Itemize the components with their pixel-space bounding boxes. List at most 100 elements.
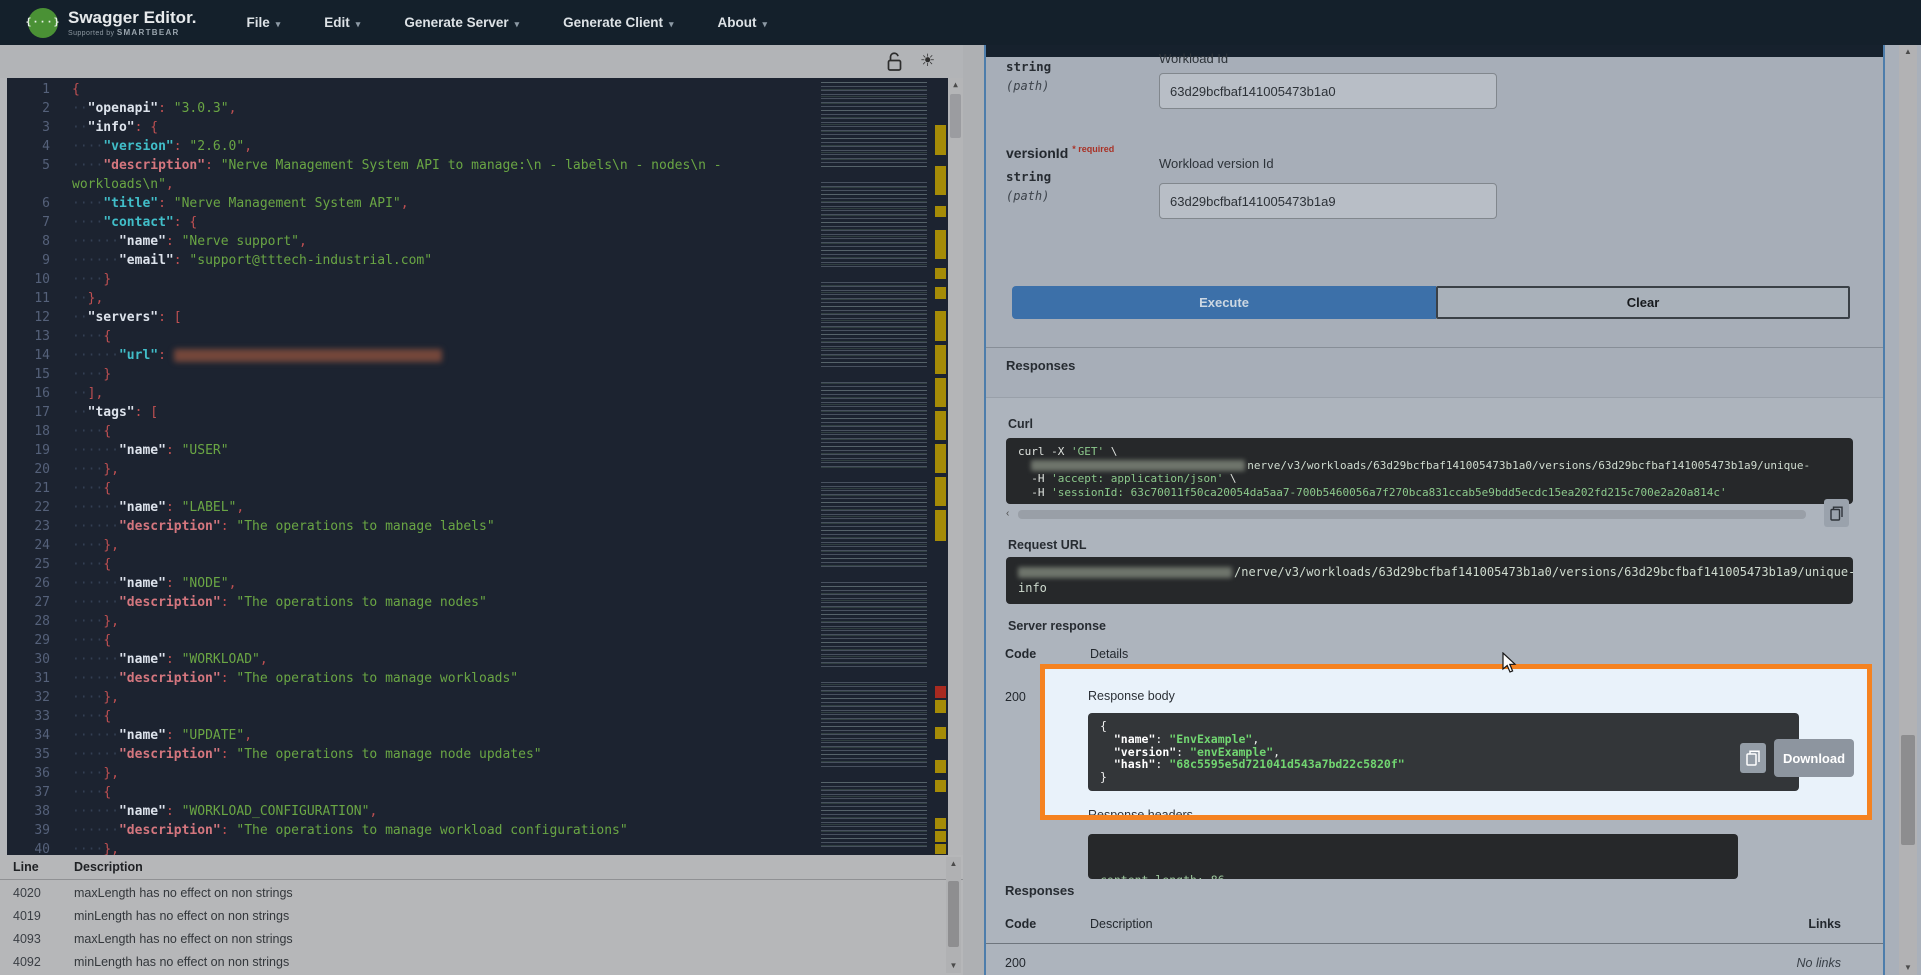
chevron-down-icon: ▾ xyxy=(669,19,674,29)
table-row-links: No links xyxy=(1797,956,1841,970)
warning-mark xyxy=(935,510,946,541)
editor-line: 3··"info": { xyxy=(7,118,817,137)
editor-line: 28····}, xyxy=(7,612,817,631)
warning-mark xyxy=(935,700,946,713)
status-code: 200 xyxy=(1005,690,1026,704)
curl-copy-button[interactable] xyxy=(1824,499,1849,527)
editor-scrollbar-thumb[interactable] xyxy=(950,94,961,138)
editor-line: 10····} xyxy=(7,270,817,289)
chevron-down-icon: ▾ xyxy=(356,19,361,29)
scroll-up-icon[interactable]: ▲ xyxy=(1899,45,1917,59)
version-id-input[interactable] xyxy=(1159,183,1497,219)
error-row[interactable]: 4020maxLength has no effect on non strin… xyxy=(0,883,963,906)
theme-sun-icon[interactable]: ☀ xyxy=(920,49,935,73)
warning-mark xyxy=(935,125,946,155)
app-title-wrap: Swagger Editor. Supported by SMARTBEAR xyxy=(68,9,196,37)
menu-generate-server[interactable]: Generate Server▾ xyxy=(404,15,519,30)
param-description-label: Workload Id xyxy=(1159,51,1228,66)
editor-line: 26······"name": "NODE", xyxy=(7,574,817,593)
menu-about[interactable]: About▾ xyxy=(717,15,767,30)
editor-line: 5····"description": "Nerve Management Sy… xyxy=(7,156,817,194)
error-panel-scrollbar[interactable]: ▲ ▼ xyxy=(946,857,961,973)
editor-scrollbar[interactable]: ▲ xyxy=(948,78,963,855)
menubar: File▾ Edit▾ Generate Server▾ Generate Cl… xyxy=(246,15,767,30)
response-body-title: Response body xyxy=(1088,689,1175,703)
editor-line: 32····}, xyxy=(7,688,817,707)
param-description-label: Workload version Id xyxy=(1159,156,1274,171)
editor-line: 34······"name": "UPDATE", xyxy=(7,726,817,745)
request-url-block: /nerve/v3/workloads/63d29bcfbaf141005473… xyxy=(1006,557,1853,604)
warning-mark xyxy=(935,268,946,279)
param-type: string xyxy=(1006,59,1051,74)
clear-button[interactable]: Clear xyxy=(1436,286,1850,319)
error-row[interactable]: 4019minLength has no effect on non strin… xyxy=(0,906,963,929)
editor-line: 15····} xyxy=(7,365,817,384)
editor-annotations xyxy=(934,78,947,855)
warning-mark xyxy=(935,780,946,792)
param-type: string xyxy=(1006,169,1051,184)
editor-line: 24····}, xyxy=(7,536,817,555)
warning-mark xyxy=(935,818,946,829)
error-panel-header: Line Description xyxy=(0,855,963,880)
table-row-code: 200 xyxy=(1005,956,1026,970)
menu-generate-client[interactable]: Generate Client▾ xyxy=(563,15,673,30)
lock-open-icon[interactable] xyxy=(886,51,903,77)
table-code-header: Code xyxy=(1005,917,1036,931)
editor[interactable]: 1{2··"openapi": "3.0.3",3··"info": {4···… xyxy=(7,78,963,855)
editor-line: 31······"description": "The operations t… xyxy=(7,669,817,688)
editor-line: 1{ xyxy=(7,80,817,99)
error-col-line: Line xyxy=(13,860,39,874)
param-in: (path) xyxy=(1006,189,1049,203)
scroll-down-icon[interactable]: ▼ xyxy=(946,959,961,973)
editor-line: 21····{ xyxy=(7,479,817,498)
response-copy-button[interactable] xyxy=(1740,743,1766,773)
editor-line: 9······"email": "support@tttech-industri… xyxy=(7,251,817,270)
editor-line: 33····{ xyxy=(7,707,817,726)
curl-scrollbar-thumb[interactable] xyxy=(1018,510,1806,519)
editor-line: 7····"contact": { xyxy=(7,213,817,232)
left-edge-strip xyxy=(0,78,7,975)
workload-id-input[interactable] xyxy=(1159,73,1497,109)
editor-line: 27······"description": "The operations t… xyxy=(7,593,817,612)
swagger-logo-icon: {···} xyxy=(28,8,58,38)
editor-line: 17··"tags": [ xyxy=(7,403,817,422)
main-scrollbar[interactable]: ▲ ▼ xyxy=(1899,45,1917,975)
split-divider[interactable] xyxy=(963,45,984,975)
param-in: (path) xyxy=(1006,79,1049,93)
scroll-up-icon[interactable]: ▲ xyxy=(948,78,963,92)
header-line: content-length: 86 xyxy=(1100,872,1726,879)
warning-mark xyxy=(935,477,946,506)
menu-edit[interactable]: Edit▾ xyxy=(324,15,360,30)
required-badge: * required xyxy=(1072,144,1114,154)
app-title: Swagger Editor. xyxy=(68,9,196,26)
warning-mark xyxy=(935,166,946,195)
warning-mark xyxy=(935,444,946,473)
warning-mark xyxy=(935,844,946,854)
scroll-down-icon[interactable]: ▼ xyxy=(1899,961,1917,975)
editor-line: 2··"openapi": "3.0.3", xyxy=(7,99,817,118)
editor-line: 39······"description": "The operations t… xyxy=(7,821,817,840)
editor-line: 8······"name": "Nerve support", xyxy=(7,232,817,251)
responses-title: Responses xyxy=(1006,358,1075,373)
swagger-editor-app: {···} Swagger Editor. Supported by SMART… xyxy=(0,0,1921,975)
editor-line: 4····"version": "2.6.0", xyxy=(7,137,817,156)
table-links-header: Links xyxy=(1808,917,1841,931)
download-button[interactable]: Download xyxy=(1774,739,1854,777)
curl-scrollbar[interactable]: ‹ › xyxy=(1006,507,1853,521)
editor-toolbar: ☀ xyxy=(0,45,963,78)
warning-mark xyxy=(935,206,946,217)
scroll-up-icon[interactable]: ▲ xyxy=(946,857,961,871)
error-scrollbar-thumb[interactable] xyxy=(948,881,959,947)
scroll-left-icon[interactable]: ‹ xyxy=(1006,507,1009,521)
swagger-logo-glyph: {···} xyxy=(25,17,60,28)
table-description-header: Description xyxy=(1090,917,1153,931)
execute-button[interactable]: Execute xyxy=(1012,286,1436,319)
editor-minimap[interactable] xyxy=(821,82,927,848)
editor-line: 16··], xyxy=(7,384,817,403)
editor-line: 40····}, xyxy=(7,840,817,855)
warning-mark xyxy=(935,287,946,299)
menu-file[interactable]: File▾ xyxy=(246,15,280,30)
main-scrollbar-thumb[interactable] xyxy=(1901,735,1915,845)
error-row[interactable]: 4092minLength has no effect on non strin… xyxy=(0,952,963,975)
error-row[interactable]: 4093maxLength has no effect on non strin… xyxy=(0,929,963,952)
